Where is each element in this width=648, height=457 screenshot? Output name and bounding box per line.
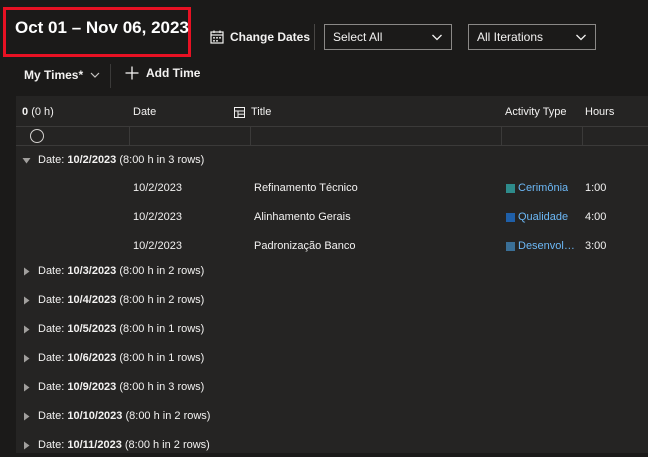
time-entry-row[interactable]: 10/2/2023 Alinhamento Gerais Qualidade 4:00 bbox=[16, 203, 648, 231]
triangle-right-icon[interactable] bbox=[22, 325, 31, 334]
group-summary: (8:00 h in 2 rows) bbox=[122, 410, 211, 422]
date-filter-cell[interactable] bbox=[129, 127, 250, 145]
group-label-prefix: Date: bbox=[38, 352, 68, 364]
entry-activity-label: Desenvolv… bbox=[518, 240, 578, 252]
group-date: 10/4/2023 bbox=[67, 294, 117, 306]
entry-activity-label: Cerimônia bbox=[518, 182, 569, 194]
top-bar: Oct 01 – Nov 06, 2023 Change Dates Selec… bbox=[0, 0, 648, 62]
column-options-icon bbox=[234, 106, 245, 118]
group-date: 10/6/2023 bbox=[67, 352, 117, 364]
chevron-down-icon bbox=[576, 34, 586, 41]
group-summary: (8:00 h in 3 rows) bbox=[116, 381, 205, 393]
group-header-row[interactable]: Date: 10/2/2023 (8:00 h in 3 rows) bbox=[16, 148, 648, 172]
triangle-right-icon[interactable] bbox=[22, 383, 31, 392]
triangle-right-icon[interactable] bbox=[22, 412, 31, 421]
group-header-row[interactable]: Date: 10/6/2023 (8:00 h in 1 rows) bbox=[16, 346, 648, 370]
entry-activity-label: Qualidade bbox=[518, 211, 569, 223]
triangle-right-icon[interactable] bbox=[22, 441, 31, 450]
group-header-row[interactable]: Date: 10/5/2023 (8:00 h in 1 rows) bbox=[16, 317, 648, 341]
entry-activity-type[interactable]: Qualidade bbox=[506, 211, 578, 223]
group-label-prefix: Date: bbox=[38, 323, 68, 335]
time-grid: 0 (0 h) Date Title Activity Type Hours D… bbox=[16, 96, 648, 453]
activity-filter-cell[interactable] bbox=[501, 127, 582, 145]
add-time-label: Add Time bbox=[146, 66, 201, 80]
iterations-value: All Iterations bbox=[477, 30, 544, 44]
add-time-button[interactable]: Add Time bbox=[125, 66, 200, 80]
entry-activity-type[interactable]: Cerimônia bbox=[506, 182, 578, 194]
triangle-right-icon[interactable] bbox=[22, 354, 31, 363]
title-filter-cell[interactable] bbox=[250, 127, 501, 145]
group-date: 10/3/2023 bbox=[67, 265, 117, 277]
group-label-prefix: Date: bbox=[38, 294, 68, 306]
group-summary: (8:00 h in 2 rows) bbox=[116, 265, 205, 277]
entry-hours: 3:00 bbox=[585, 240, 607, 252]
group-date: 10/11/2023 bbox=[67, 439, 122, 451]
group-summary: (8:00 h in 2 rows) bbox=[121, 439, 210, 451]
group-label-prefix: Date: bbox=[38, 410, 68, 422]
group-date: 10/2/2023 bbox=[67, 154, 117, 166]
plus-icon bbox=[125, 66, 139, 80]
group-date: 10/10/2023 bbox=[67, 410, 123, 422]
selection-count-value: 0 bbox=[22, 106, 29, 118]
column-header-date[interactable]: Date bbox=[133, 106, 156, 118]
column-header-title-label: Title bbox=[251, 106, 272, 118]
group-summary: (8:00 h in 3 rows) bbox=[116, 154, 205, 166]
column-header-hours[interactable]: Hours bbox=[585, 106, 614, 118]
entry-activity-type[interactable]: Desenvolv… bbox=[506, 240, 578, 252]
group-summary: (8:00 h in 1 rows) bbox=[116, 323, 205, 335]
chevron-down-icon bbox=[432, 34, 442, 41]
group-label-prefix: Date: bbox=[38, 154, 68, 166]
change-dates-button[interactable]: Change Dates bbox=[210, 28, 310, 46]
group-date: 10/9/2023 bbox=[67, 381, 117, 393]
change-dates-label: Change Dates bbox=[230, 30, 311, 44]
my-times-label: My Times* bbox=[24, 68, 84, 82]
chevron-down-icon bbox=[90, 72, 100, 78]
triangle-right-icon[interactable] bbox=[22, 267, 31, 276]
group-header-row[interactable]: Date: 10/4/2023 (8:00 h in 2 rows) bbox=[16, 288, 648, 312]
selection-count-hours: (0 h) bbox=[31, 106, 54, 118]
activity-color-swatch bbox=[506, 183, 515, 193]
triangle-down-icon[interactable] bbox=[22, 156, 31, 165]
select-all-dropdown[interactable]: Select All bbox=[324, 24, 452, 50]
group-header-row[interactable]: Date: 10/3/2023 (8:00 h in 2 rows) bbox=[16, 259, 648, 283]
triangle-right-icon[interactable] bbox=[22, 296, 31, 305]
group-header-row[interactable]: Date: 10/11/2023 (8:00 h in 2 rows) bbox=[16, 433, 648, 457]
entry-title: Padronização Banco bbox=[254, 240, 356, 252]
command-bar: My Times* Add Time bbox=[0, 62, 648, 92]
activity-color-swatch bbox=[506, 241, 515, 251]
activity-color-swatch bbox=[506, 212, 515, 222]
hours-filter-cell[interactable] bbox=[582, 127, 648, 145]
time-entry-row[interactable]: 10/2/2023 Padronização Banco Desenvolv… 3:0… bbox=[16, 232, 648, 260]
entry-date: 10/2/2023 bbox=[133, 211, 182, 223]
group-label-prefix: Date: bbox=[38, 265, 68, 277]
time-entry-row[interactable]: 10/2/2023 Refinamento Técnico Cerimônia 1:0… bbox=[16, 174, 648, 202]
entry-date: 10/2/2023 bbox=[133, 182, 182, 194]
group-summary: (8:00 h in 1 rows) bbox=[116, 352, 205, 364]
iterations-dropdown[interactable]: All Iterations bbox=[468, 24, 596, 50]
column-header-activity-type[interactable]: Activity Type bbox=[505, 106, 567, 118]
group-date: 10/5/2023 bbox=[67, 323, 117, 335]
selection-count: 0 (0 h) bbox=[22, 106, 54, 118]
entry-hours: 1:00 bbox=[585, 182, 607, 194]
select-all-checkbox[interactable] bbox=[30, 129, 44, 143]
filter-row bbox=[16, 126, 648, 146]
group-label-prefix: Date: bbox=[38, 381, 68, 393]
my-times-menu[interactable]: My Times* bbox=[24, 68, 101, 82]
entry-date: 10/2/2023 bbox=[133, 240, 182, 252]
entry-title: Alinhamento Gerais bbox=[254, 211, 351, 223]
group-summary: (8:00 h in 2 rows) bbox=[116, 294, 205, 306]
select-all-value: Select All bbox=[333, 30, 383, 44]
toolbar-divider bbox=[314, 24, 315, 50]
calendar-icon bbox=[210, 30, 224, 44]
grid-header: 0 (0 h) Date Title Activity Type Hours bbox=[16, 96, 648, 126]
entry-hours: 4:00 bbox=[585, 211, 607, 223]
group-header-row[interactable]: Date: 10/9/2023 (8:00 h in 3 rows) bbox=[16, 375, 648, 399]
entry-title: Refinamento Técnico bbox=[254, 182, 358, 194]
group-header-row[interactable]: Date: 10/10/2023 (8:00 h in 2 rows) bbox=[16, 404, 648, 428]
column-header-title[interactable]: Title bbox=[234, 106, 271, 118]
date-range-title: Oct 01 – Nov 06, 2023 bbox=[15, 18, 189, 37]
group-label-prefix: Date: bbox=[38, 439, 68, 451]
command-divider bbox=[110, 64, 111, 88]
